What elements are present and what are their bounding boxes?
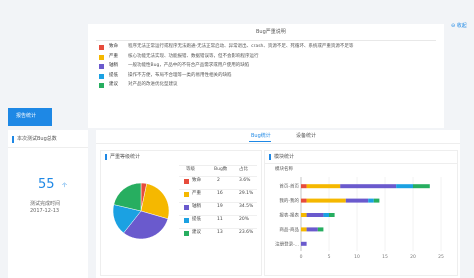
table-cell-count: 16 bbox=[217, 191, 223, 196]
level-color-swatch bbox=[184, 179, 189, 184]
legend-level-description: 对产品的改进优化型建议 bbox=[128, 82, 178, 87]
legend-color-swatch bbox=[99, 64, 104, 69]
collapse-label: 收起 bbox=[456, 23, 467, 29]
report-tab-bar bbox=[0, 108, 474, 109]
section-marker bbox=[12, 136, 14, 143]
legend-level-name: 轴稍 bbox=[109, 63, 118, 68]
level-color-swatch bbox=[184, 218, 189, 223]
module-column-header: 模块名称 bbox=[275, 167, 293, 172]
table-cell-count: 11 bbox=[217, 217, 223, 222]
completion-time-label: 测试完成时间 bbox=[30, 201, 61, 207]
x-tick-label: 0 bbox=[300, 254, 303, 260]
total-bug-panel: 本次测试Bug总数 55 个 测试完成时间 2017-12-13 bbox=[8, 130, 88, 278]
bar-segment-轴稍 bbox=[306, 213, 324, 217]
table-header-count: Bug数 bbox=[214, 167, 228, 172]
legend-color-swatch bbox=[99, 83, 104, 88]
subtab-active-underline bbox=[249, 141, 271, 142]
x-tick-label: 15 bbox=[382, 254, 388, 260]
bar-segment-轴稍 bbox=[306, 227, 318, 232]
legend-level-name: 严重 bbox=[109, 53, 118, 59]
table-cell-pct: 29.1% bbox=[239, 191, 254, 196]
table-top-rule bbox=[179, 165, 257, 166]
level-color-swatch bbox=[184, 192, 189, 197]
bar-segment-致命 bbox=[301, 198, 307, 203]
module-stats-panel: 模块统计 模块名称 0 5 10 15 20 25 首页-首页我的-我的报表-报表商品-商品… bbox=[264, 150, 458, 276]
table-cell-pct: 23.6% bbox=[239, 230, 254, 235]
section-marker bbox=[105, 154, 107, 160]
table-cell-name: 严重 bbox=[192, 191, 201, 196]
y-category-label: 报表-报表 bbox=[279, 212, 299, 219]
table-cell-name: 建议 bbox=[192, 230, 201, 235]
y-category-label: 注册登录-... bbox=[275, 240, 299, 247]
table-cell-name: 轴稍 bbox=[192, 204, 201, 209]
module-stats-title: 模块统计 bbox=[274, 154, 295, 160]
table-cell-name: 提低 bbox=[192, 217, 201, 222]
bar-segment-建议 bbox=[329, 213, 335, 217]
subtab-bug-stats[interactable]: Bug统计 bbox=[251, 134, 271, 139]
y-category-label: 商品-商品 bbox=[279, 226, 299, 233]
table-cell-pct: 3.6% bbox=[239, 178, 251, 183]
tab-report-stats-label: 报告统计 bbox=[16, 113, 37, 119]
level-color-swatch bbox=[184, 231, 189, 236]
legend-color-swatch bbox=[99, 45, 104, 50]
legend-level-name: 建议 bbox=[109, 82, 118, 87]
total-bug-title: 本次测试Bug总数 bbox=[17, 136, 57, 142]
tab-report-stats[interactable]: 报告统计 bbox=[8, 108, 52, 126]
legend-level-name: 提低 bbox=[109, 72, 118, 78]
bar-segment-致命 bbox=[301, 184, 307, 189]
table-cell-count: 19 bbox=[217, 204, 223, 209]
legend-divider bbox=[96, 40, 436, 41]
bar-segment-建议 bbox=[317, 227, 324, 232]
bar-segment-轴稍 bbox=[340, 184, 397, 189]
bug-severity-legend-card: Bug严重说明 致命 程序无法正常运行或程序无法跑通-无法正常启动、异常退出、cr… bbox=[88, 24, 444, 128]
completion-date: 2017-12-13 bbox=[30, 208, 60, 214]
legend-level-description: 操作不方便，布局不合理等一类的易用性相关的缺陷 bbox=[128, 72, 232, 78]
table-cell-name: 致命 bbox=[192, 178, 201, 183]
bug-count-value: 55 bbox=[38, 177, 55, 192]
legend-color-swatch bbox=[99, 73, 104, 79]
table-cell-count: 13 bbox=[217, 230, 223, 235]
y-category-label: 首页-首页 bbox=[279, 183, 299, 190]
legend-level-description: 核心功能无法实现、功能报错、数据错误等，但不会影响程序运行 bbox=[128, 53, 259, 59]
x-tick-label: 10 bbox=[354, 254, 360, 260]
bug-count-unit: 个 bbox=[62, 183, 68, 189]
bar-segment-提低 bbox=[323, 213, 329, 217]
legend-level-description: 程序无法正常运行或程序无法跑通-无法正常启动、异常退出、crash、资源不足、死… bbox=[128, 44, 354, 49]
legend-level-name: 致命 bbox=[109, 44, 118, 49]
bar-segment-严重 bbox=[306, 198, 346, 203]
bar-segment-提低 bbox=[396, 184, 413, 189]
severity-pie-chart bbox=[112, 182, 170, 240]
table-cell-count: 2 bbox=[217, 178, 220, 183]
bar-segment-建议 bbox=[413, 184, 430, 189]
x-tick-label: 20 bbox=[410, 254, 416, 260]
bar-segment-建议 bbox=[373, 198, 380, 203]
table-cell-pct: 34.5% bbox=[239, 204, 254, 209]
section-marker bbox=[269, 154, 271, 160]
subtab-device-stats[interactable]: 设备统计 bbox=[296, 134, 316, 139]
table-header-level: 等级 bbox=[186, 167, 195, 172]
table-cell-pct: 20% bbox=[239, 217, 250, 222]
bar-segment-严重 bbox=[301, 227, 307, 232]
legend-color-swatch bbox=[99, 54, 104, 60]
legend-level-description: 一般功能性Bug，产品中的不符合产品需求或用户使用的缺陷 bbox=[128, 63, 250, 68]
y-category-label: 我的-我的 bbox=[279, 197, 299, 204]
bar-segment-轴稍 bbox=[301, 241, 307, 246]
bar-segment-严重 bbox=[301, 213, 307, 217]
module-bar-chart: 0 5 10 15 20 25 首页-首页我的-我的报表-报表商品-商品注册登录-... bbox=[275, 177, 444, 260]
bar-segment-严重 bbox=[306, 184, 341, 189]
subtab-divider bbox=[96, 143, 460, 144]
legend-card-title: Bug严重说明 bbox=[256, 29, 286, 35]
severity-stats-title: 严重等级统计 bbox=[110, 154, 141, 160]
bar-segment-轴稍 bbox=[345, 198, 369, 203]
collapse-button[interactable]: ⊖ 收起 bbox=[451, 24, 467, 29]
table-header-pct: 占比 bbox=[239, 167, 248, 172]
panel-divider bbox=[265, 163, 457, 164]
x-tick-label: 25 bbox=[438, 254, 444, 260]
level-color-swatch bbox=[184, 205, 189, 210]
x-tick-label: 5 bbox=[328, 254, 331, 260]
bar-segment-提低 bbox=[368, 198, 374, 203]
panel-divider bbox=[8, 147, 88, 148]
severity-stats-panel: 严重等级统计 等级 Bug数 占比 致命 2 3.6% 严重 16 29.1% 轴稍 19 34… bbox=[100, 150, 262, 276]
